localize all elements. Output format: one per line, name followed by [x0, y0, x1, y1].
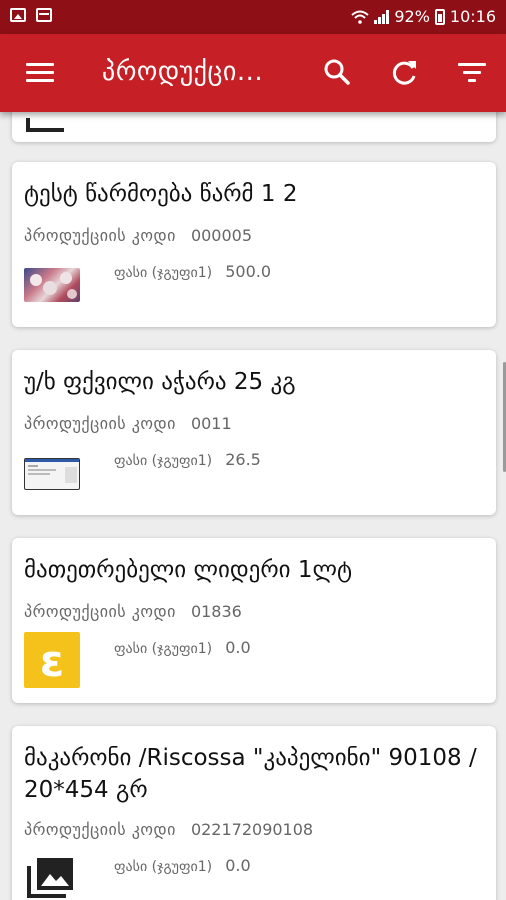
search-icon[interactable] — [322, 57, 352, 87]
menu-icon[interactable] — [26, 63, 54, 83]
list-item[interactable]: მაკარონი /Riscossa "კაპელინი" 90108 / 20… — [12, 726, 496, 900]
wifi-icon — [351, 10, 369, 24]
battery-icon — [434, 8, 445, 25]
list-item[interactable]: უ/ხ ფქვილი აჭარა 25 კგ პროდუქციის კოდი 0… — [12, 350, 496, 515]
page-title: პროდუქცი... — [102, 57, 264, 87]
list-item-partial[interactable] — [12, 112, 496, 142]
product-thumbnail[interactable] — [24, 268, 80, 302]
product-code-row: პროდუქციის კოდი 022172090108 — [24, 820, 313, 839]
product-thumbnail[interactable]: ε — [24, 632, 80, 688]
price-value: 500.0 — [225, 262, 272, 281]
list-item[interactable]: მათეთრებელი ლიდერი 1ლტ პროდუქციის კოდი 0… — [12, 538, 496, 703]
product-name: მათეთრებელი ლიდერი 1ლტ — [24, 557, 353, 583]
price-row: ფასი (ჯგუფი1) 26.5 — [114, 450, 261, 469]
product-code: 022172090108 — [190, 820, 314, 839]
product-code: 000005 — [190, 226, 253, 245]
price-value: 0.0 — [225, 856, 251, 875]
price-row: ფასი (ჯგუფი1) 500.0 — [114, 262, 271, 281]
product-name: მაკარონი /Riscossa "კაპელინი" 90108 / 20… — [24, 745, 477, 803]
calendar-notification-icon — [36, 8, 52, 22]
image-placeholder-icon — [26, 118, 64, 132]
product-name: უ/ხ ფქვილი აჭარა 25 კგ — [24, 369, 296, 395]
product-code-row: პროდუქციის კოდი 0011 — [24, 414, 232, 433]
image-placeholder-icon[interactable] — [26, 856, 76, 900]
product-code-row: პროდუქციის კოდი 000005 — [24, 226, 252, 245]
filter-icon[interactable] — [458, 61, 486, 85]
app-bar: პროდუქცი... — [0, 34, 506, 112]
price-label: ფასი (ჯგუფი1) — [114, 453, 213, 469]
product-thumbnail[interactable] — [24, 458, 80, 490]
product-code-row: პროდუქციის კოდი 01836 — [24, 602, 242, 621]
battery-percent: 92% — [394, 7, 430, 26]
product-name: ტესტ წარმოება წარმ 1 2 — [24, 181, 298, 207]
price-label: ფასი (ჯგუფი1) — [114, 859, 213, 875]
svg-text:ε: ε — [40, 636, 65, 687]
status-bar: 92% 10:16 — [0, 0, 506, 34]
price-row: ფასი (ჯგუფი1) 0.0 — [114, 638, 251, 657]
price-label: ფასი (ჯგუფი1) — [114, 641, 213, 657]
price-row: ფასი (ჯგუფი1) 0.0 — [114, 856, 251, 875]
gallery-notification-icon — [10, 8, 26, 22]
product-code: 0011 — [190, 414, 232, 433]
signal-icon — [374, 9, 390, 24]
clock: 10:16 — [449, 7, 496, 26]
product-list[interactable]: ტესტ წარმოება წარმ 1 2 პროდუქციის კოდი 0… — [0, 112, 506, 900]
list-item[interactable]: ტესტ წარმოება წარმ 1 2 პროდუქციის კოდი 0… — [12, 162, 496, 327]
product-code: 01836 — [190, 602, 242, 621]
product-code-label: პროდუქციის კოდი — [24, 226, 176, 245]
refresh-icon[interactable] — [390, 57, 420, 87]
product-code-label: პროდუქციის კოდი — [24, 602, 176, 621]
product-code-label: პროდუქციის კოდი — [24, 414, 176, 433]
price-value: 0.0 — [225, 638, 251, 657]
price-label: ფასი (ჯგუფი1) — [114, 265, 213, 281]
product-code-label: პროდუქციის კოდი — [24, 820, 176, 839]
price-value: 26.5 — [225, 450, 261, 469]
